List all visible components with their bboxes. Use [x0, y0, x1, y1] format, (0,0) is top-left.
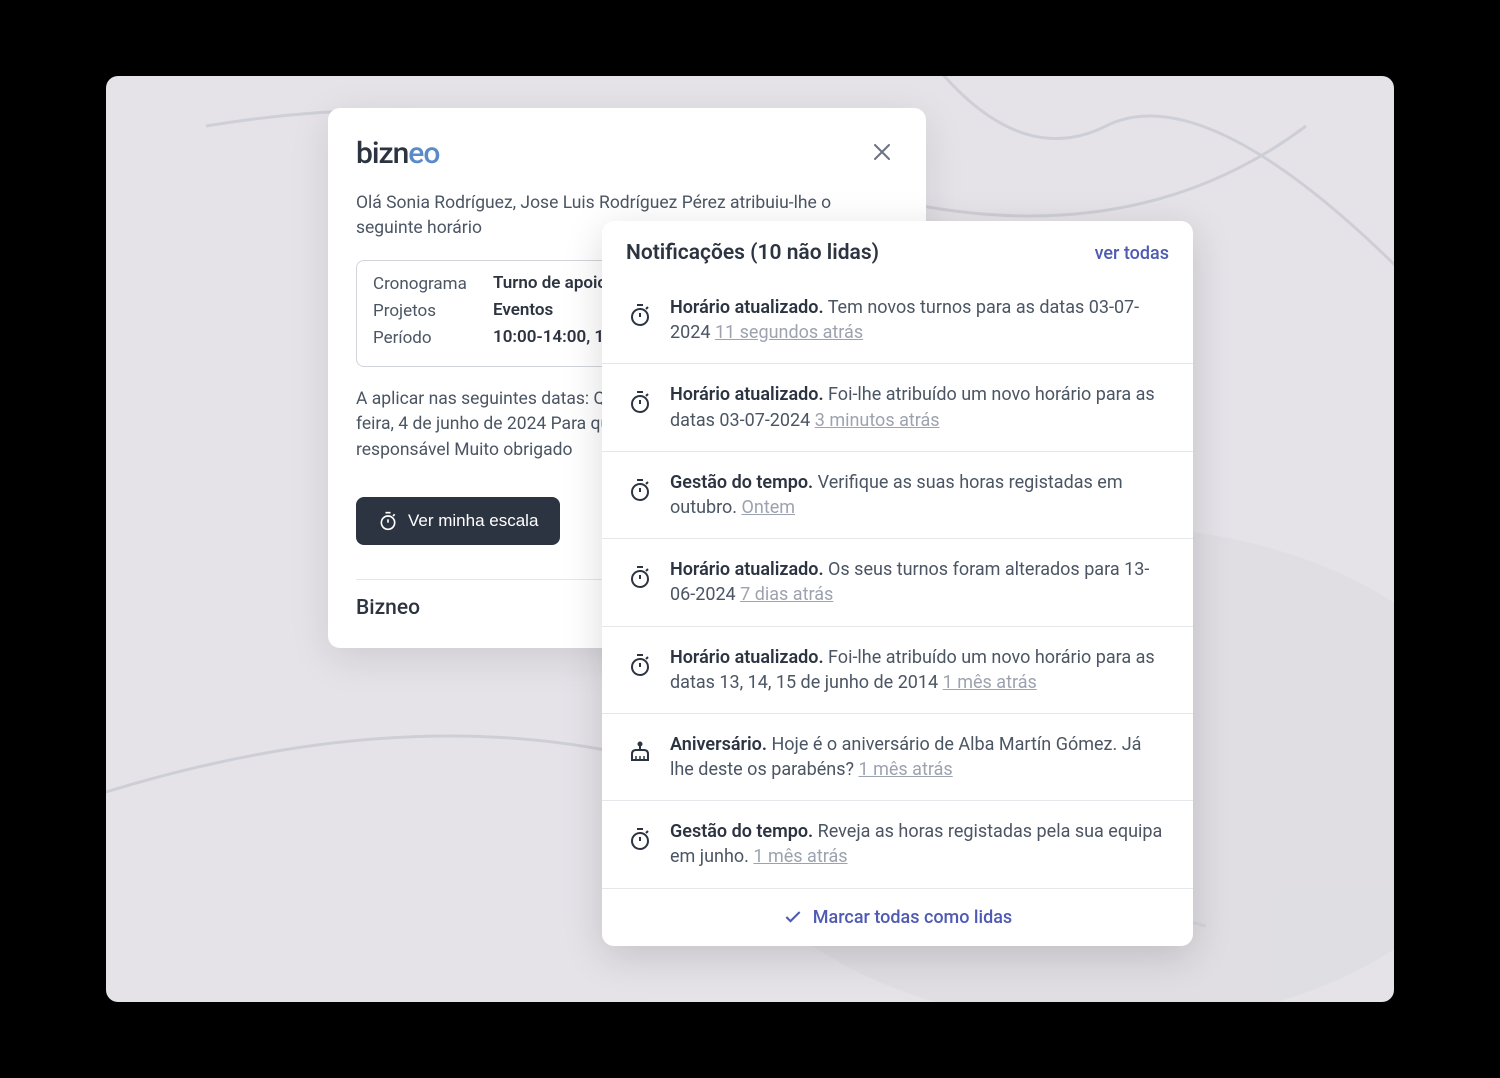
- notification-title-text: Horário atualizado.: [670, 297, 824, 318]
- notification-time[interactable]: 3 minutos atrás: [815, 410, 940, 431]
- stopwatch-icon: [628, 565, 652, 589]
- birthday-icon-wrapper: [626, 738, 654, 766]
- notification-time[interactable]: 11 segundos atrás: [715, 322, 863, 343]
- notification-title-text: Gestão do tempo.: [670, 821, 813, 842]
- notification-item[interactable]: Gestão do tempo. Verifique as suas horas…: [602, 452, 1193, 539]
- notification-time[interactable]: 7 dias atrás: [740, 584, 833, 605]
- notification-item[interactable]: Aniversário. Hoje é o aniversário de Alb…: [602, 714, 1193, 801]
- notification-title-text: Horário atualizado.: [670, 647, 824, 668]
- stopwatch-icon-wrapper: [626, 388, 654, 416]
- notification-time[interactable]: Ontem: [742, 497, 796, 518]
- see-all-link[interactable]: ver todas: [1095, 243, 1169, 264]
- notification-content: Gestão do tempo. Reveja as horas regista…: [670, 819, 1169, 869]
- notification-content: Horário atualizado. Foi-lhe atribuído um…: [670, 382, 1169, 432]
- stopwatch-icon: [628, 303, 652, 327]
- stopwatch-icon: [628, 478, 652, 502]
- check-icon: [783, 907, 803, 927]
- cronograma-label: Cronograma: [373, 273, 493, 296]
- projetos-value: Eventos: [493, 300, 553, 323]
- view-schedule-label: Ver minha escala: [408, 511, 538, 531]
- notification-item[interactable]: Horário atualizado. Os seus turnos foram…: [602, 539, 1193, 626]
- notifications-list: Horário atualizado. Tem novos turnos par…: [602, 277, 1193, 889]
- periodo-value: 10:00-14:00, 16: [493, 327, 614, 350]
- stopwatch-icon-wrapper: [626, 563, 654, 591]
- notification-item[interactable]: Horário atualizado. Foi-lhe atribuído um…: [602, 364, 1193, 451]
- notification-time[interactable]: 1 mês atrás: [943, 672, 1037, 693]
- view-schedule-button[interactable]: Ver minha escala: [356, 497, 560, 545]
- stopwatch-icon-wrapper: [626, 476, 654, 504]
- projetos-label: Projetos: [373, 300, 493, 323]
- notification-title-text: Horário atualizado.: [670, 384, 824, 405]
- notification-title-text: Horário atualizado.: [670, 559, 824, 580]
- stopwatch-icon-wrapper: [626, 301, 654, 329]
- mark-all-read-label: Marcar todas como lidas: [813, 907, 1012, 928]
- notification-title-text: Gestão do tempo.: [670, 472, 813, 493]
- modal-header: bizneo: [356, 136, 898, 171]
- app-canvas: bizneo Olá Sonia Rodríguez, Jose Luis Ro…: [106, 76, 1394, 1002]
- notification-content: Aniversário. Hoje é o aniversário de Alb…: [670, 732, 1169, 782]
- close-icon: [873, 143, 891, 161]
- notification-title-text: Aniversário.: [670, 734, 767, 755]
- stopwatch-icon: [378, 511, 398, 531]
- notifications-title: Notificações (10 não lidas): [626, 241, 879, 265]
- stopwatch-icon-wrapper: [626, 651, 654, 679]
- stopwatch-icon: [628, 827, 652, 851]
- notification-content: Gestão do tempo. Verifique as suas horas…: [670, 470, 1169, 520]
- bizneo-logo: bizneo: [356, 136, 439, 171]
- notification-item[interactable]: Horário atualizado. Tem novos turnos par…: [602, 277, 1193, 364]
- mark-all-read-button[interactable]: Marcar todas como lidas: [602, 889, 1193, 946]
- notification-time[interactable]: 1 mês atrás: [859, 759, 953, 780]
- notification-time[interactable]: 1 mês atrás: [753, 846, 847, 867]
- notification-content: Horário atualizado. Os seus turnos foram…: [670, 557, 1169, 607]
- notification-content: Horário atualizado. Foi-lhe atribuído um…: [670, 645, 1169, 695]
- notification-item[interactable]: Horário atualizado. Foi-lhe atribuído um…: [602, 627, 1193, 714]
- notification-item[interactable]: Gestão do tempo. Reveja as horas regista…: [602, 801, 1193, 888]
- stopwatch-icon: [628, 653, 652, 677]
- cronograma-value: Turno de apoio: [493, 273, 607, 296]
- notification-content: Horário atualizado. Tem novos turnos par…: [670, 295, 1169, 345]
- stopwatch-icon-wrapper: [626, 825, 654, 853]
- notifications-header: Notificações (10 não lidas) ver todas: [602, 221, 1193, 277]
- notifications-panel: Notificações (10 não lidas) ver todas Ho…: [602, 221, 1193, 946]
- birthday-icon: [628, 740, 652, 764]
- stopwatch-icon: [628, 390, 652, 414]
- periodo-label: Período: [373, 327, 493, 350]
- close-button[interactable]: [866, 136, 898, 168]
